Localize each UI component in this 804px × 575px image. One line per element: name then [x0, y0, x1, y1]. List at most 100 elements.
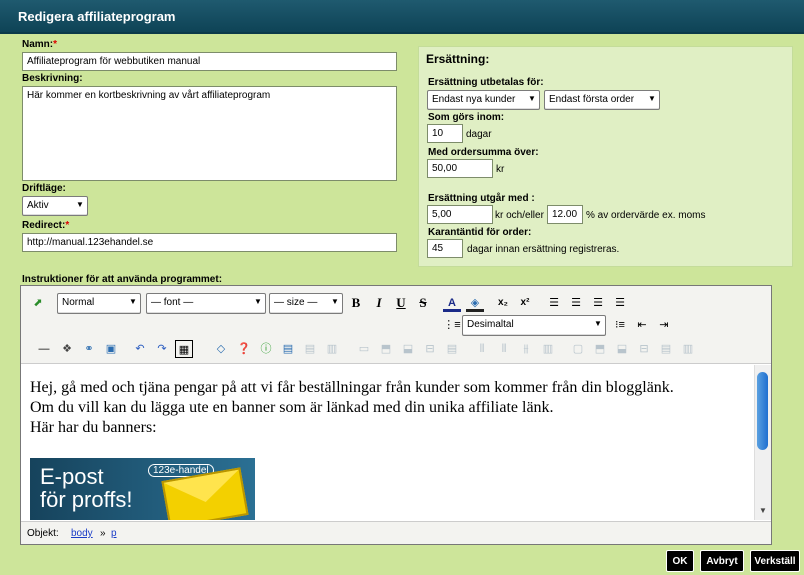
path-p-link[interactable]: p — [111, 528, 117, 539]
chevron-down-icon: ▼ — [648, 94, 656, 103]
undo-icon[interactable]: ↶ — [131, 340, 149, 358]
cancel-button[interactable]: Avbryt — [700, 550, 744, 572]
cell-merge-all-icon[interactable]: ▥ — [679, 340, 697, 358]
align-justify-icon[interactable]: ☰ — [611, 294, 629, 312]
order-type-select[interactable]: Endast första order ▼ — [544, 90, 660, 110]
redo-icon[interactable]: ↷ — [153, 340, 171, 358]
cell-delete-icon[interactable]: ⊟ — [635, 340, 653, 358]
amount-label: Ersättning utgår med : — [428, 193, 535, 204]
fullscreen-icon[interactable]: ⬈ — [29, 294, 47, 312]
select-all-icon[interactable]: ▦ — [175, 340, 193, 358]
compensation-title: Ersättning: — [426, 52, 490, 66]
insert-object-icon[interactable]: ❖ — [58, 340, 76, 358]
status-select[interactable]: Aktiv ▼ — [22, 196, 88, 216]
within-unit: dagar — [466, 129, 492, 140]
insert-column-after-icon[interactable]: ⫴ — [495, 340, 513, 358]
italic-icon[interactable]: I — [370, 294, 388, 312]
editor-content[interactable]: Hej, gå med och tjäna pengar på att vi f… — [30, 378, 750, 438]
instructions-label: Instruktioner för att använda programmet… — [22, 274, 223, 285]
amount-kr-input[interactable]: 5,00 — [427, 205, 493, 224]
dialog-titlebar: Redigera affiliateprogram — [0, 0, 804, 34]
chevron-down-icon: ▼ — [254, 297, 262, 306]
help-icon[interactable]: ❓ — [235, 340, 253, 358]
ordered-list-icon[interactable]: ⋮≡ — [443, 316, 461, 334]
chevron-down-icon: ▼ — [331, 297, 339, 306]
content-line: Om du vill kan du lägga ute en banner so… — [30, 399, 554, 416]
indent-icon[interactable]: ⇥ — [655, 316, 673, 334]
path-separator: » — [100, 528, 106, 539]
cell-insert-after-icon[interactable]: ⬓ — [613, 340, 631, 358]
status-label: Driftläge: — [22, 183, 66, 194]
description-textarea[interactable]: Här kommer en kortbeskrivning av vårt af… — [22, 86, 397, 181]
strikethrough-icon[interactable]: S — [414, 294, 432, 312]
apply-button[interactable]: Verkställ — [750, 550, 800, 572]
delete-row-icon[interactable]: ⊟ — [421, 340, 439, 358]
chevron-down-icon: ▼ — [594, 319, 602, 328]
amount-pct-unit: % av ordervärde ex. moms — [586, 210, 706, 221]
quarantine-input[interactable]: 45 — [427, 239, 463, 258]
name-input[interactable]: Affiliateprogram för webbutiken manual — [22, 52, 397, 71]
banner-text-line2: för proffs! — [40, 487, 133, 512]
align-left-icon[interactable]: ☰ — [545, 294, 563, 312]
paid-for-label: Ersättning utbetalas för: — [428, 77, 544, 88]
html-source-icon[interactable]: ◇ — [212, 340, 230, 358]
min-sum-unit: kr — [496, 164, 505, 175]
insert-row-after-icon[interactable]: ⬓ — [399, 340, 417, 358]
cell-insert-before-icon[interactable]: ⬒ — [591, 340, 609, 358]
quarantine-label: Karantäntid för order: — [428, 227, 532, 238]
unordered-list-icon[interactable]: ⁝≡ — [611, 316, 629, 334]
editor-scrollbar-thumb[interactable] — [757, 372, 768, 450]
size-select[interactable]: — size — ▼ — [269, 293, 343, 314]
split-row-icon[interactable]: ▤ — [443, 340, 461, 358]
name-label: Namn:* — [22, 39, 58, 50]
email-banner-image: E-post för proffs! 123e-handel — [30, 458, 255, 520]
customer-type-select[interactable]: Endast nya kunder ▼ — [427, 90, 540, 110]
min-sum-input[interactable]: 50,00 — [427, 159, 493, 178]
path-body-link[interactable]: body — [71, 528, 93, 539]
insert-row-before-icon[interactable]: ⬒ — [377, 340, 395, 358]
path-label: Objekt: — [27, 528, 59, 539]
outdent-icon[interactable]: ⇤ — [633, 316, 651, 334]
cell-split-icon[interactable]: ▤ — [657, 340, 675, 358]
ok-button[interactable]: OK — [666, 550, 694, 572]
horizontal-rule-icon[interactable]: — — [35, 340, 53, 358]
subscript-icon[interactable]: x₂ — [494, 294, 512, 312]
cell-merge-icon[interactable]: ▢ — [569, 340, 587, 358]
quarantine-unit: dagar innan ersättning registreras. — [467, 244, 620, 255]
cell-properties-icon[interactable]: ▥ — [323, 340, 341, 358]
about-icon[interactable]: ⓘ — [257, 340, 275, 358]
row-properties-icon[interactable]: ▭ — [355, 340, 373, 358]
amount-pct-input[interactable]: 12.00 — [547, 205, 583, 224]
chevron-down-icon: ▼ — [528, 94, 536, 103]
content-line: Hej, gå med och tjäna pengar på att vi f… — [30, 379, 674, 396]
superscript-icon[interactable]: x² — [516, 294, 534, 312]
insert-image-icon[interactable]: ▣ — [102, 340, 120, 358]
insert-link-icon[interactable]: ⚭ — [80, 340, 98, 358]
insert-column-before-icon[interactable]: ⫴ — [473, 340, 491, 358]
amount-kr-unit: kr och/eller — [495, 210, 544, 221]
scroll-down-icon[interactable]: ▼ — [754, 502, 772, 520]
text-color-icon[interactable]: A — [443, 294, 461, 312]
font-select[interactable]: — font — ▼ — [146, 293, 266, 314]
highlight-color-icon[interactable]: ◈ — [466, 294, 484, 312]
description-label: Beskrivning: — [22, 73, 83, 84]
align-center-icon[interactable]: ☰ — [567, 294, 585, 312]
table-properties-icon[interactable]: ▤ — [301, 340, 319, 358]
dialog-title: Redigera affiliateprogram — [18, 9, 176, 24]
insert-table-icon[interactable]: ▤ — [279, 340, 297, 358]
list-style-select[interactable]: Desimaltal ▼ — [462, 315, 606, 336]
min-sum-label: Med ordersumma över: — [428, 147, 539, 158]
banner-text-line1: E-post — [40, 464, 104, 489]
format-select[interactable]: Normal ▼ — [57, 293, 141, 314]
within-label: Som görs inom: — [428, 112, 505, 123]
bold-icon[interactable]: B — [347, 294, 365, 312]
redirect-input[interactable]: http://manual.123ehandel.se — [22, 233, 397, 252]
editor-statusbar: Objekt: body » p — [21, 521, 771, 544]
chevron-down-icon: ▼ — [129, 297, 137, 306]
align-right-icon[interactable]: ☰ — [589, 294, 607, 312]
split-column-icon[interactable]: ▥ — [539, 340, 557, 358]
underline-icon[interactable]: U — [392, 294, 410, 312]
delete-column-icon[interactable]: ⫵ — [517, 340, 535, 358]
within-days-input[interactable]: 10 — [427, 124, 463, 143]
content-line: Här har du banners: — [30, 419, 157, 436]
